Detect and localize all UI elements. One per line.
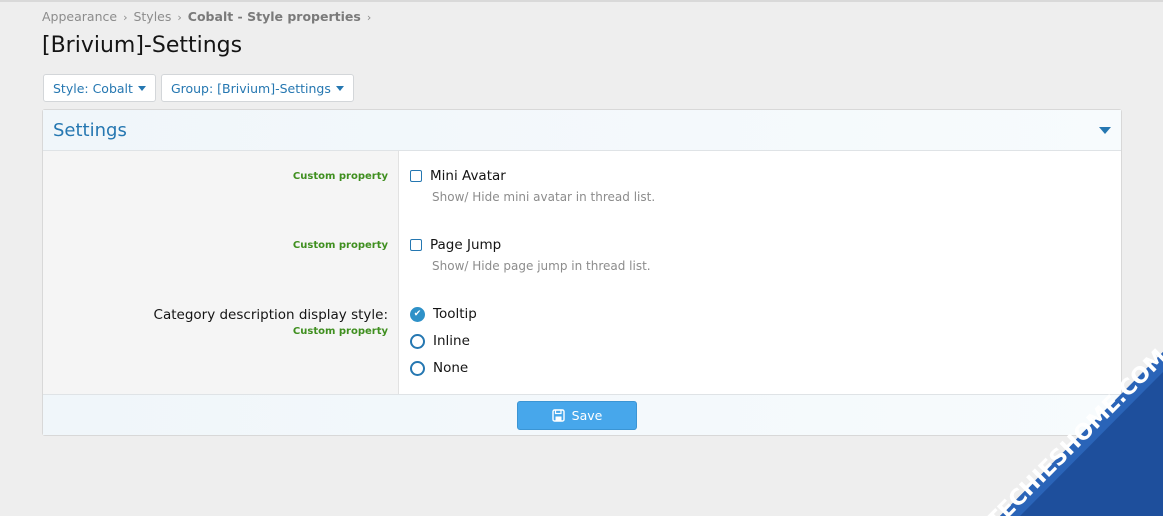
page-title: [Brivium]-Settings <box>42 33 243 58</box>
page-jump-label: Page Jump <box>430 237 502 253</box>
breadcrumb: Appearance › Styles › Cobalt - Style propert… <box>42 9 377 24</box>
mini-avatar-description: Show/ Hide mini avatar in thread list. <box>432 190 656 204</box>
filter-buttons: Style: Cobalt Group: [Brivium]-Settings <box>43 74 354 102</box>
radio-option-tooltip[interactable]: ✔ Tooltip <box>410 306 477 322</box>
page-jump-option[interactable]: Page Jump <box>410 237 501 253</box>
save-button[interactable]: Save <box>517 401 637 430</box>
breadcrumb-appearance[interactable]: Appearance <box>42 9 117 24</box>
radio-unchecked-icon[interactable] <box>410 333 425 349</box>
row-label-category-style: Category description display style: Cust… <box>154 307 388 337</box>
page-jump-description: Show/ Hide page jump in thread list. <box>432 259 651 273</box>
custom-property-hint: Custom property <box>292 326 388 337</box>
breadcrumb-separator-icon: › <box>366 11 372 24</box>
mini-avatar-option[interactable]: Mini Avatar <box>410 168 506 184</box>
group-dropdown-label: Group: [Brivium]-Settings <box>170 80 331 96</box>
group-dropdown-button[interactable]: Group: [Brivium]-Settings <box>160 74 354 102</box>
caret-down-icon <box>137 85 146 91</box>
radio-inline-label: Inline <box>433 333 470 349</box>
breadcrumb-separator-icon: › <box>177 11 182 24</box>
save-label: Save <box>571 408 603 423</box>
save-icon <box>551 409 565 422</box>
panel-header[interactable]: Settings <box>43 110 1121 151</box>
mini-avatar-checkbox[interactable] <box>410 170 422 182</box>
label-column: Custom property Custom property Category… <box>43 151 399 394</box>
collapse-toggle-icon[interactable] <box>1099 127 1111 134</box>
top-border <box>0 0 1163 2</box>
radio-option-none[interactable]: None <box>410 360 468 376</box>
breadcrumb-separator-icon: › <box>123 11 128 24</box>
radio-option-inline[interactable]: Inline <box>410 333 470 349</box>
panel-title: Settings <box>53 120 127 141</box>
caret-down-icon <box>335 85 344 91</box>
row-label-mini-avatar: Custom property <box>293 168 388 182</box>
radio-tooltip-label: Tooltip <box>433 306 477 322</box>
mini-avatar-label: Mini Avatar <box>430 168 506 184</box>
breadcrumb-style-properties[interactable]: Cobalt - Style properties <box>188 9 361 24</box>
custom-property-hint: Custom property <box>292 240 388 251</box>
radio-none-label: None <box>433 360 469 376</box>
style-dropdown-button[interactable]: Style: Cobalt <box>43 74 156 102</box>
style-dropdown-label: Style: Cobalt <box>53 80 133 96</box>
page-jump-checkbox[interactable] <box>410 239 422 251</box>
category-style-label: Category description display style: <box>153 307 388 323</box>
panel-footer: Save <box>43 394 1121 435</box>
radio-unchecked-icon[interactable] <box>410 360 425 376</box>
settings-panel: Settings Custom property Custom property… <box>42 109 1122 436</box>
row-label-page-jump: Custom property <box>293 237 388 251</box>
radio-checked-icon[interactable]: ✔ <box>410 306 425 322</box>
breadcrumb-styles[interactable]: Styles <box>133 9 171 24</box>
custom-property-hint: Custom property <box>292 171 388 182</box>
